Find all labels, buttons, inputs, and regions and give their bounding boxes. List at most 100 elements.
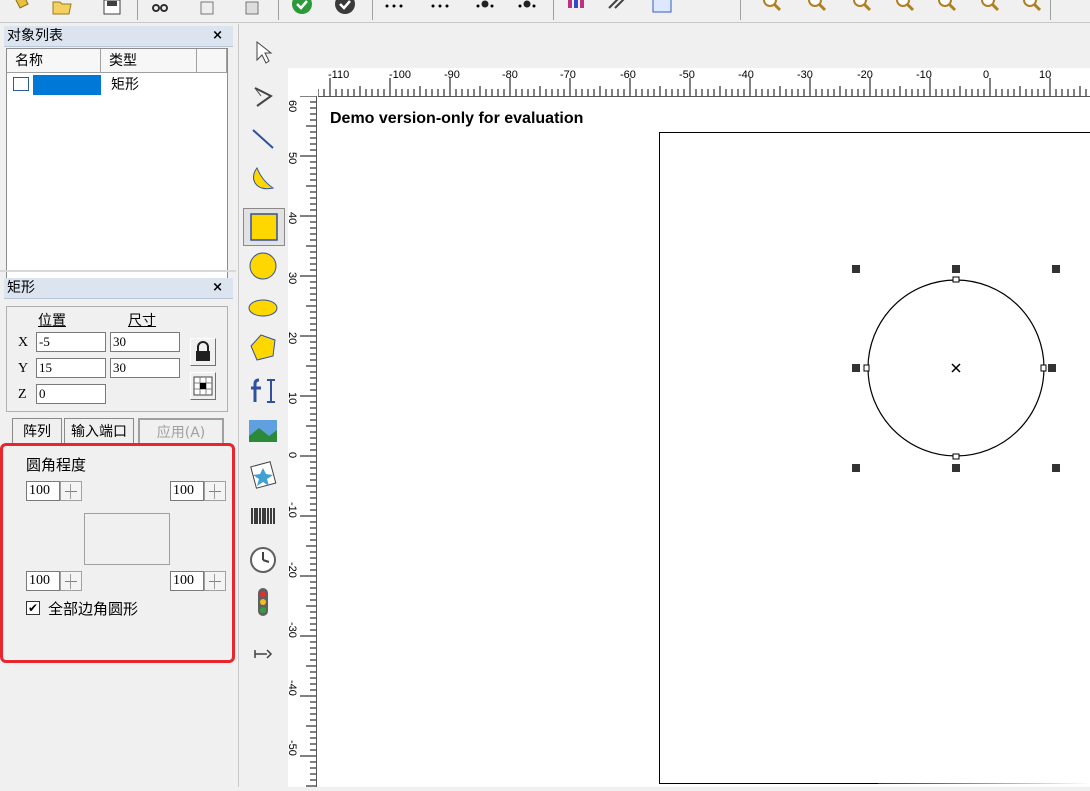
position-label: 位置 [38,313,66,329]
lock-icon [196,341,210,361]
rectangle-object-icon [13,77,29,91]
tools-icon[interactable] [605,0,629,16]
paste-icon[interactable] [240,0,264,16]
rectangle-tool-button[interactable] [243,208,285,246]
corner-fade [878,712,1090,787]
zoom-icon[interactable] [893,0,917,16]
circle-tool-icon[interactable] [247,250,279,282]
canvas-top-gutter [288,24,1090,68]
h-tick-label: -30 [797,69,813,81]
h-tick-label: 0 [983,69,990,81]
y-label: Y [18,361,29,376]
vector-import-icon[interactable] [247,458,279,490]
select-arrow-icon[interactable] [247,36,279,68]
selected-circle-object[interactable] [840,254,1072,484]
bulb-icon[interactable] [473,0,497,16]
drawing-tool-column [238,24,289,787]
y-position-field[interactable]: 15 [36,358,106,378]
property-title-bar: 矩形 × [4,278,233,299]
h-tick-label: -110 [328,69,350,81]
object-name-cell[interactable] [33,75,101,95]
tab-input-port[interactable]: 输入端口 [64,418,134,446]
dots-icon[interactable] [382,0,406,16]
v-tick-label: -50 [286,740,298,756]
h-tick-label: -50 [679,69,695,81]
close-icon[interactable]: × [212,26,223,46]
zoom-icon[interactable] [935,0,959,16]
anchor-grid-icon [193,376,213,396]
dots-icon[interactable] [428,0,452,16]
h-tick-label: -90 [444,69,460,81]
z-label: Z [18,387,27,402]
demo-watermark-text: Demo version-only for evaluation [330,110,584,127]
chart-icon[interactable] [564,0,588,16]
bulb-icon[interactable] [515,0,539,16]
vertical-ruler[interactable]: 60 50 40 30 20 10 0 -10 -20 -30 -40 -50 [286,95,317,787]
close-icon[interactable]: × [212,278,223,298]
panel-splitter[interactable] [0,270,236,272]
dark-circle-icon[interactable] [333,0,357,16]
h-tick-label: -40 [738,69,754,81]
list-item[interactable]: 矩形 [7,74,227,96]
v-tick-label: 30 [286,272,298,285]
zoom-icon[interactable] [760,0,784,16]
horizontal-ruler[interactable]: -110 -100 -90 -80 -70 -60 -50 -40 -30 -2… [317,68,1090,97]
image-tool-icon[interactable] [247,416,279,448]
text-tool-icon[interactable] [247,374,279,406]
zoom-icon[interactable] [805,0,829,16]
tab-array[interactable]: 阵列 [12,418,62,446]
v-tick-label: 40 [286,212,298,225]
clock-tool-icon[interactable] [247,544,279,576]
zoom-icon[interactable] [978,0,1002,16]
zoom-icon[interactable] [850,0,874,16]
save-icon[interactable] [100,0,124,16]
polygon-tool-icon[interactable] [247,332,279,364]
object-list[interactable]: 名称 类型 矩形 [6,48,228,282]
h-tick-label: -60 [620,69,636,81]
v-tick-label: 10 [286,392,298,405]
open-file-icon[interactable] [50,0,74,16]
new-file-icon[interactable] [10,0,34,16]
h-tick-label: -100 [389,69,412,81]
io-tool-icon[interactable] [247,630,279,662]
z-position-field[interactable]: 0 [36,384,106,404]
h-tick-label: 10 [1039,69,1052,81]
node-edit-icon[interactable] [247,80,279,112]
curve-tool-icon[interactable] [247,164,279,196]
v-tick-label: 50 [286,152,298,165]
column-header-type[interactable]: 类型 [101,49,197,73]
green-circle-icon[interactable] [290,0,314,16]
zoom-icon[interactable] [1020,0,1044,16]
lock-aspect-button[interactable] [190,338,216,366]
h-tick-label: -20 [857,69,873,81]
line-tool-icon[interactable] [247,122,279,154]
horizontal-ruler-ticks [317,78,1087,96]
ellipse-tool-icon[interactable] [247,292,279,324]
object-list-title: 对象列表 [7,28,63,44]
height-field[interactable]: 30 [110,358,180,378]
v-tick-label: -40 [286,680,298,696]
v-tick-label: -30 [286,622,298,638]
h-tick-label: -80 [502,69,518,81]
v-tick-label: 0 [286,452,298,459]
anchor-point-button[interactable] [190,372,216,400]
width-field[interactable]: 30 [110,332,180,352]
table-icon[interactable] [650,0,674,20]
object-type-cell: 矩形 [111,77,139,93]
property-title: 矩形 [7,280,35,296]
column-header-name[interactable]: 名称 [7,49,101,73]
object-list-title-bar: 对象列表 × [4,26,233,47]
v-tick-label: -20 [286,562,298,578]
v-tick-label: -10 [286,502,298,518]
h-tick-label: -10 [916,69,932,81]
cut-icon[interactable] [148,0,172,16]
v-tick-label: 60 [286,100,298,113]
v-tick-label: 20 [286,332,298,345]
object-list-panel: 对象列表 × 名称 类型 矩形 [0,24,236,282]
apply-button[interactable]: 应用(A) [138,418,224,446]
ruler-corner [288,68,318,96]
barcode-tool-icon[interactable] [247,502,279,534]
traffic-light-icon[interactable] [247,586,279,618]
copy-icon[interactable] [195,0,219,16]
x-position-field[interactable]: -5 [36,332,106,352]
